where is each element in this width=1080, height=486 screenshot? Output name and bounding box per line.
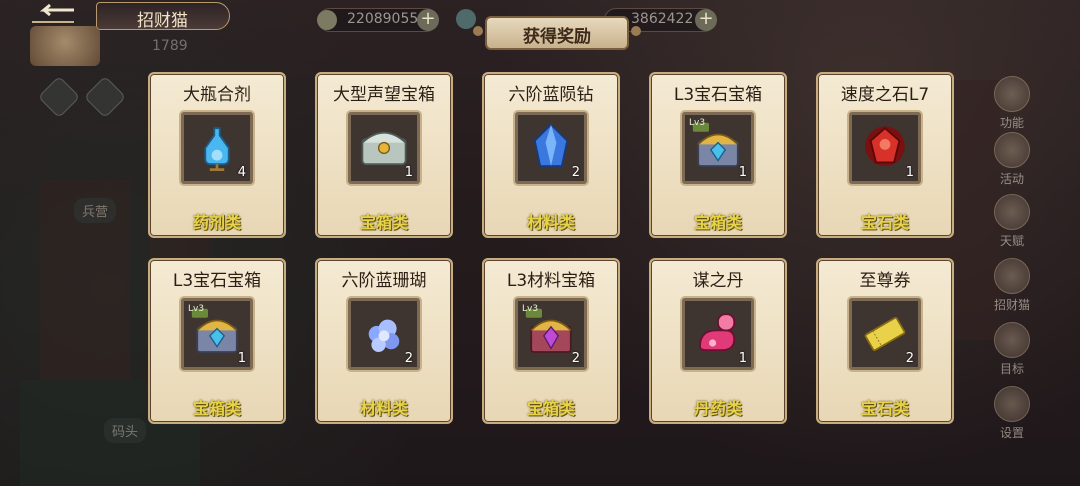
- reward-name: L3材料宝箱: [506, 271, 596, 291]
- blue-crystal-icon: [533, 123, 569, 167]
- chest-level-tag: Lv3: [522, 304, 539, 314]
- reward-item-slot[interactable]: Lv3 1: [181, 298, 253, 370]
- reward-count: 1: [905, 165, 914, 180]
- reward-category: 药剂类: [192, 213, 241, 232]
- gem-icon: [456, 9, 476, 29]
- potion-bottle-icon: [204, 127, 230, 171]
- dock-label[interactable]: 码头: [104, 418, 147, 443]
- talent-icon: [994, 194, 1030, 230]
- reward-category: 宝箱类: [192, 399, 241, 418]
- side-item-label: 天赋: [999, 234, 1024, 248]
- reward-count: 2: [571, 165, 580, 180]
- reward-name: L3宝石宝箱: [673, 85, 763, 105]
- side-item-label: 招财猫: [993, 298, 1030, 312]
- gem-chest-icon: [692, 122, 739, 167]
- reward-name: 谋之丹: [692, 271, 744, 291]
- side-item-lucky-cat[interactable]: 招财猫: [972, 258, 1052, 313]
- reward-item-slot[interactable]: 4: [181, 112, 253, 184]
- reward-name: 大瓶合剂: [183, 85, 251, 105]
- reward-count: 1: [738, 165, 747, 180]
- reward-item-slot[interactable]: 2: [849, 298, 921, 370]
- gold-ticket-icon: [864, 316, 906, 352]
- reward-item-slot[interactable]: 2: [515, 112, 587, 184]
- reward-name: 至尊券: [859, 271, 911, 291]
- reward-category: 材料类: [526, 213, 575, 232]
- reward-category: 宝箱类: [526, 399, 575, 418]
- page-title: 招财猫: [137, 11, 188, 31]
- lucky-cat-icon: [994, 258, 1030, 294]
- gem-chest-icon: [191, 308, 238, 353]
- reward-card[interactable]: L3宝石宝箱 Lv3 1 宝箱类: [649, 72, 787, 238]
- reward-category: 材料类: [359, 399, 408, 418]
- goal-icon: [994, 322, 1030, 358]
- reward-card[interactable]: 谋之丹 1 丹药类: [649, 258, 787, 424]
- reward-count: 1: [237, 351, 246, 366]
- reward-card[interactable]: L3材料宝箱 Lv3 2 宝箱类: [482, 258, 620, 424]
- gear-icon: [994, 386, 1030, 422]
- reward-count: 2: [404, 351, 413, 366]
- page-title-plate: 招财猫: [96, 2, 230, 31]
- side-item-settings[interactable]: 设置: [972, 386, 1052, 441]
- level-number: 1789: [152, 38, 188, 54]
- reward-category: 丹药类: [693, 399, 742, 418]
- silver-chest-icon: [361, 131, 407, 166]
- reward-card[interactable]: 速度之石L7 1 宝石类: [816, 72, 954, 238]
- side-item-talent[interactable]: 天赋: [972, 194, 1052, 249]
- reward-card[interactable]: 至尊券 2 宝石类: [816, 258, 954, 424]
- reward-count: 1: [738, 351, 747, 366]
- add-gem-button[interactable]: +: [695, 9, 717, 31]
- reward-item-slot[interactable]: 1: [849, 112, 921, 184]
- reward-name: L3宝石宝箱: [172, 271, 262, 291]
- reward-name: 六阶蓝珊瑚: [341, 271, 427, 291]
- reward-grid: 大瓶合剂 4 药剂类 大型声望宝箱 1 宝箱类 六阶蓝陨钻 2 材料类 L3宝石宝箱 Lv3 1 宝箱类…: [148, 72, 956, 424]
- reward-count: 2: [571, 351, 580, 366]
- material-chest-icon: [525, 308, 572, 353]
- reward-card[interactable]: 大型声望宝箱 1 宝箱类: [315, 72, 453, 238]
- reward-category: 宝箱类: [359, 213, 408, 232]
- chest-level-tag: Lv3: [689, 118, 706, 128]
- reward-banner-title: 获得奖励: [523, 27, 591, 47]
- back-arrow-icon[interactable]: [30, 4, 76, 26]
- reward-item-slot[interactable]: 1: [682, 298, 754, 370]
- side-item-function[interactable]: 功能: [972, 76, 1052, 131]
- side-item-goal[interactable]: 目标: [972, 322, 1052, 377]
- side-item-label: 功能: [999, 116, 1024, 130]
- blue-coral-icon: [368, 319, 400, 352]
- reward-item-slot[interactable]: Lv3 2: [515, 298, 587, 370]
- coin-icon: [317, 10, 337, 30]
- reward-item-slot[interactable]: Lv3 1: [682, 112, 754, 184]
- gold-currency: 22089055 +: [317, 8, 439, 32]
- reward-item-slot[interactable]: 2: [348, 298, 420, 370]
- reward-count: 4: [237, 165, 246, 180]
- reward-card[interactable]: 六阶蓝陨钻 2 材料类: [482, 72, 620, 238]
- function-icon: [994, 76, 1030, 112]
- gem-value: 3862422: [631, 11, 694, 27]
- red-gem-icon: [865, 126, 905, 166]
- hero-avatar[interactable]: [30, 26, 100, 66]
- add-gold-button[interactable]: +: [417, 9, 439, 31]
- reward-card[interactable]: 大瓶合剂 4 药剂类: [148, 72, 286, 238]
- reward-name: 大型声望宝箱: [333, 85, 435, 105]
- side-item-label: 设置: [999, 426, 1024, 440]
- reward-name: 六阶蓝陨钻: [508, 85, 594, 105]
- reward-count: 1: [404, 165, 413, 180]
- side-item-activity[interactable]: 活动: [972, 132, 1052, 187]
- reward-count: 2: [905, 351, 914, 366]
- reward-banner: 获得奖励: [473, 16, 641, 50]
- reward-card[interactable]: 六阶蓝珊瑚 2 材料类: [315, 258, 453, 424]
- reward-item-slot[interactable]: 1: [348, 112, 420, 184]
- pink-pill-icon: [699, 313, 736, 352]
- reward-name: 速度之石L7: [840, 85, 930, 105]
- reward-category: 宝箱类: [693, 213, 742, 232]
- barracks-label[interactable]: 兵营: [74, 198, 117, 223]
- star-icon: [994, 132, 1030, 168]
- reward-card[interactable]: L3宝石宝箱 Lv3 1 宝箱类: [148, 258, 286, 424]
- side-item-label: 活动: [999, 172, 1024, 186]
- reward-category: 宝石类: [860, 213, 909, 232]
- chest-level-tag: Lv3: [188, 304, 205, 314]
- gold-value: 22089055: [347, 11, 419, 27]
- side-item-label: 目标: [999, 362, 1024, 376]
- reward-category: 宝石类: [860, 399, 909, 418]
